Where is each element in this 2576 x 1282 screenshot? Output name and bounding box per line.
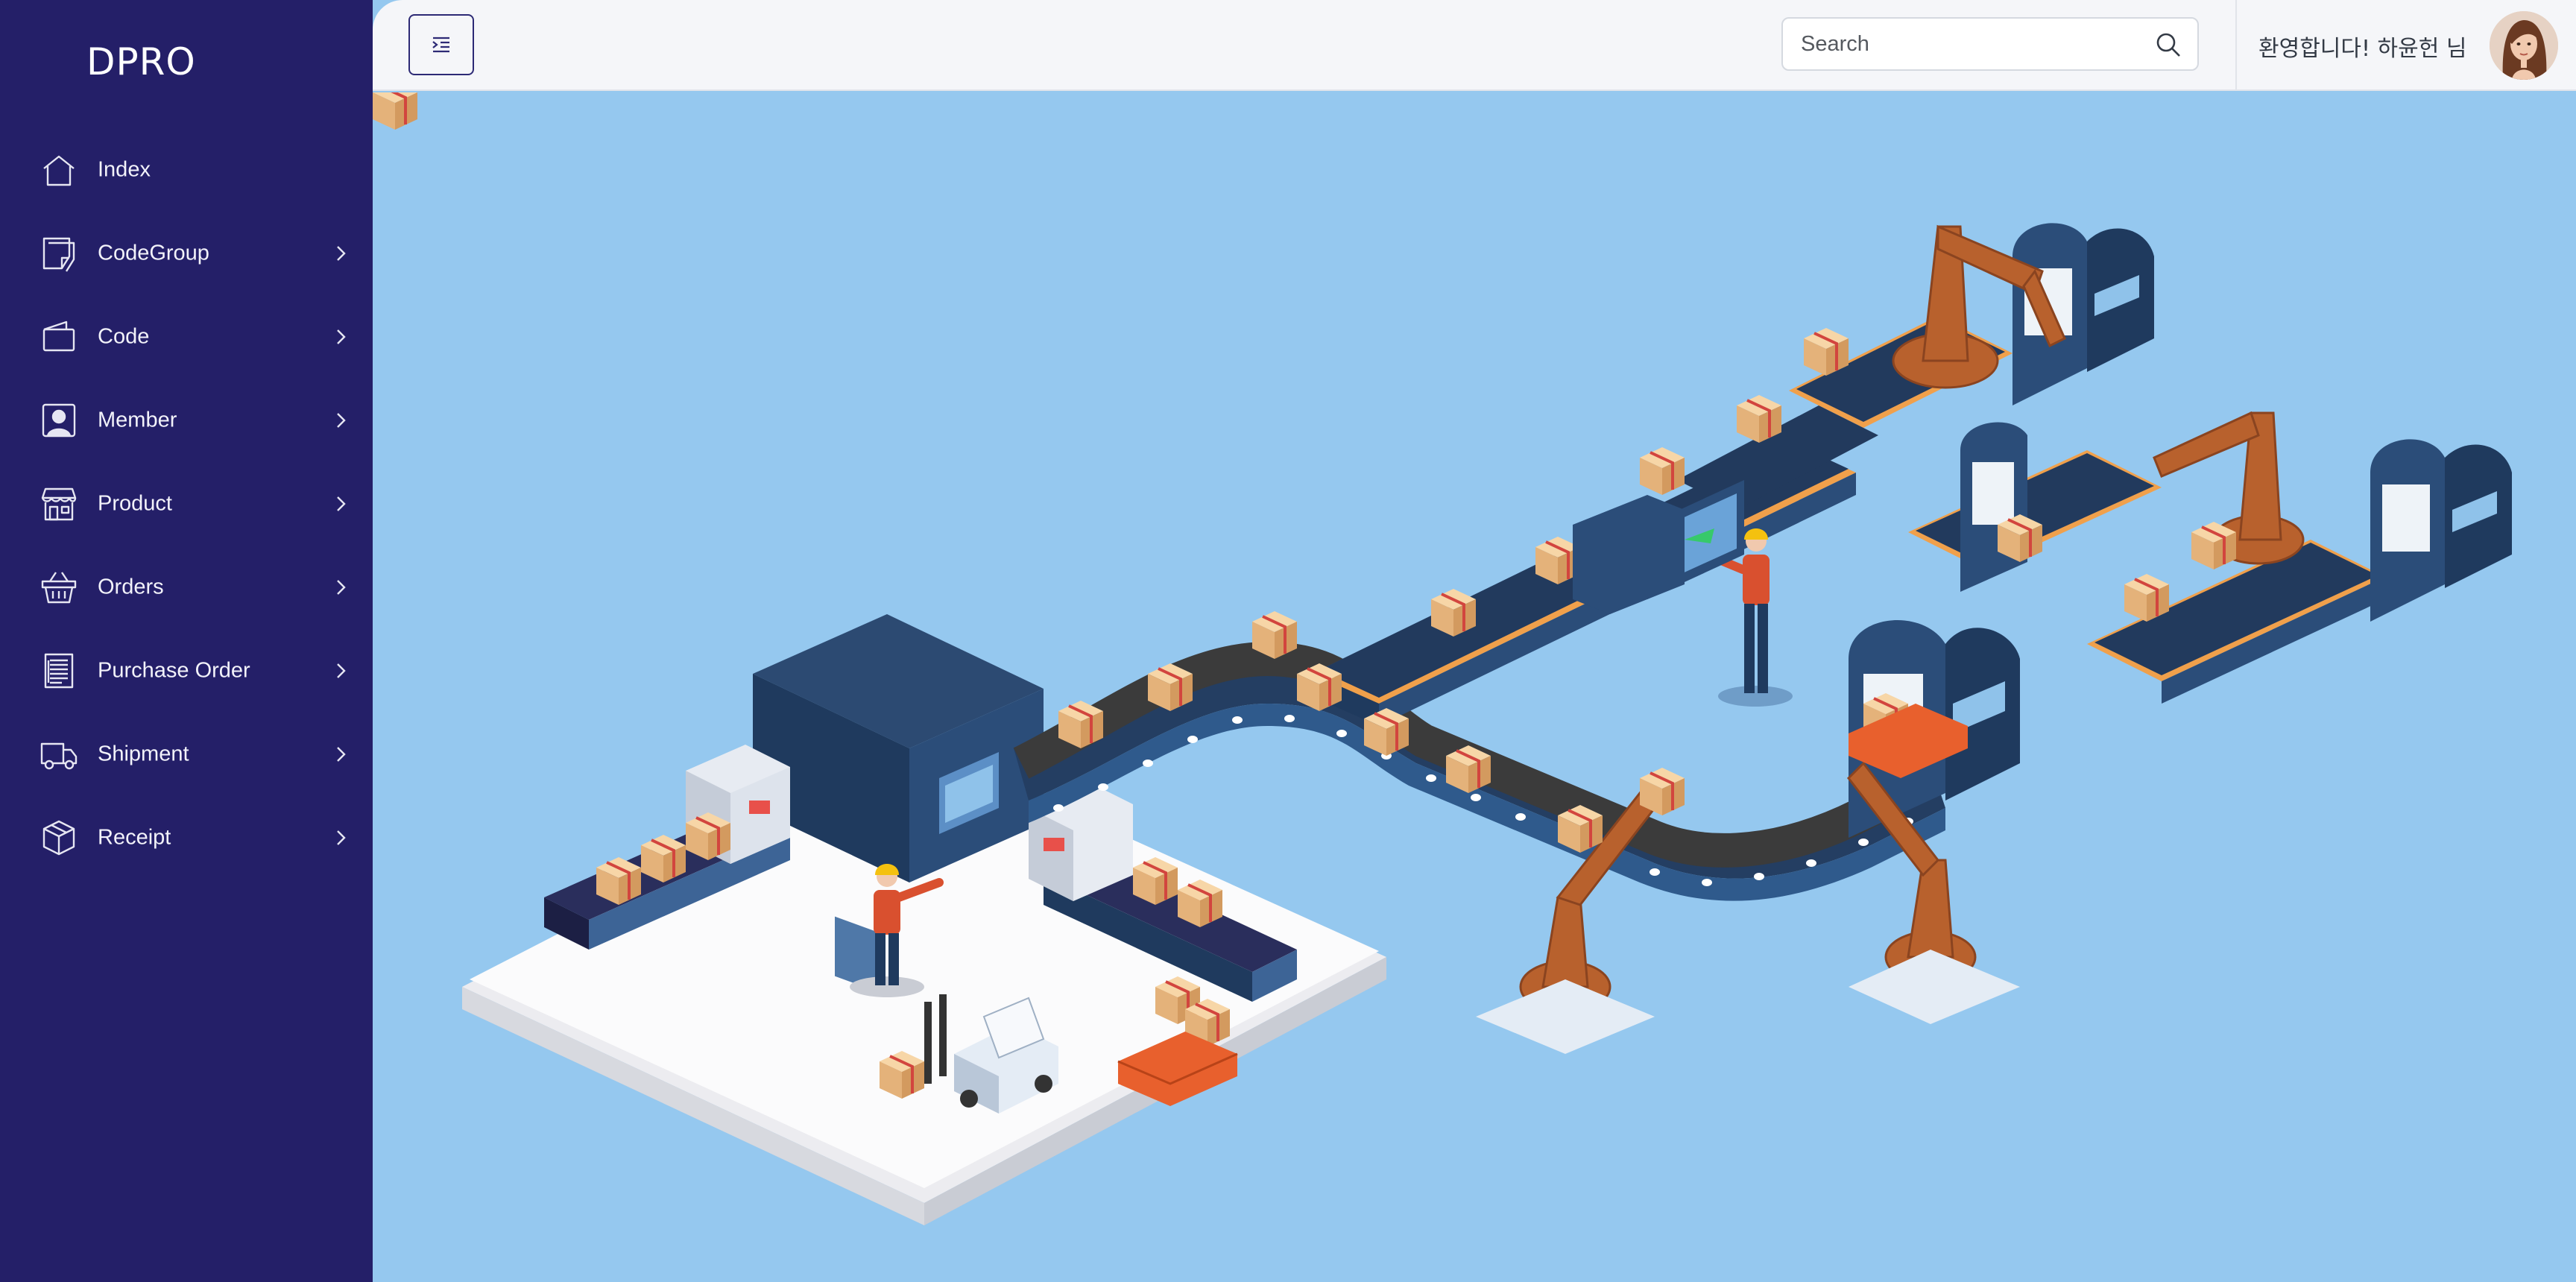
sidebar-item-label: Shipment xyxy=(98,742,189,766)
sidebar-nav: Index CodeGroup Code Member Product Orde… xyxy=(0,128,373,880)
sidebar-item-index[interactable]: Index xyxy=(0,128,373,212)
chevron-right-icon xyxy=(331,327,350,347)
home-icon xyxy=(39,150,79,190)
truck-icon xyxy=(39,734,79,774)
main-content xyxy=(373,92,2576,1282)
sidebar-item-member[interactable]: Member xyxy=(0,379,373,462)
header-divider xyxy=(2235,0,2237,91)
sidebar-item-orders[interactable]: Orders xyxy=(0,546,373,629)
sidebar-item-label: Member xyxy=(98,408,177,432)
top-header: 환영합니다! 하윤헌 님 xyxy=(373,0,2576,91)
user-avatar[interactable] xyxy=(2490,11,2558,80)
sidebar-item-codegroup[interactable]: CodeGroup xyxy=(0,212,373,295)
search-input[interactable] xyxy=(1783,19,2133,69)
chevron-right-icon xyxy=(331,578,350,597)
search-box xyxy=(1781,17,2199,71)
sidebar-item-label: Index xyxy=(98,157,151,182)
sidebar-item-label: Receipt xyxy=(98,825,171,850)
sidebar-toggle-button[interactable] xyxy=(408,14,474,75)
sidebar-item-purchase-order[interactable]: Purchase Order xyxy=(0,629,373,713)
sidebar-item-shipment[interactable]: Shipment xyxy=(0,713,373,796)
user-icon xyxy=(39,400,79,441)
chevron-right-icon xyxy=(331,411,350,430)
sidebar-item-product[interactable]: Product xyxy=(0,462,373,546)
control-screens xyxy=(1573,480,1744,614)
sidebar-item-label: Purchase Order xyxy=(98,658,250,683)
sidebar-item-code[interactable]: Code xyxy=(0,295,373,379)
chevron-right-icon xyxy=(331,244,350,263)
receipt-icon xyxy=(39,651,79,691)
store-icon xyxy=(39,484,79,524)
sidebar-item-label: Orders xyxy=(98,575,164,599)
chevron-right-icon xyxy=(331,661,350,681)
chevron-right-icon xyxy=(331,828,350,847)
factory-illustration xyxy=(373,92,2512,1225)
brand-logo[interactable]: DPRO xyxy=(86,40,196,83)
welcome-message: 환영합니다! 하윤헌 님 xyxy=(2258,36,2467,62)
search-icon[interactable] xyxy=(2154,31,2182,59)
chevron-right-icon xyxy=(331,494,350,514)
sidebar-item-label: Product xyxy=(98,491,172,516)
chevron-right-icon xyxy=(331,745,350,764)
sidebar: DPRO Index CodeGroup Code Member Product… xyxy=(0,0,373,1282)
box-icon xyxy=(39,818,79,858)
wallet-icon xyxy=(39,317,79,357)
sidebar-item-label: CodeGroup xyxy=(98,241,209,265)
indent-icon xyxy=(429,32,454,57)
sidebar-item-receipt[interactable]: Receipt xyxy=(0,796,373,880)
sticky-note-icon xyxy=(39,233,79,274)
sidebar-item-label: Code xyxy=(98,324,150,349)
basket-icon xyxy=(39,567,79,607)
